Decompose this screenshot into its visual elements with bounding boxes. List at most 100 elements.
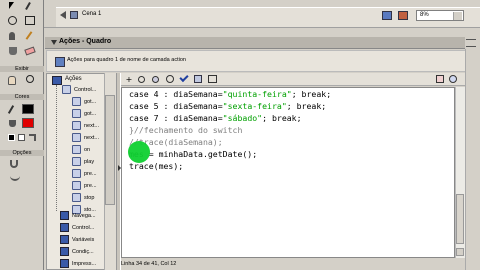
code-token: case 4 : diaSemana= [129,89,223,99]
toolbox-category[interactable]: Variáveis [60,234,104,246]
code-line[interactable]: case 4 : diaSemana="quinta-feira"; break… [129,89,331,100]
code-token: "sexta-feira" [222,101,287,111]
swap-colors-icon[interactable] [29,134,36,141]
target-label: Ações para quadro 1 de nome de camada ac… [67,57,186,63]
panel-title: Ações - Quadro [59,38,112,45]
reference-icon[interactable] [449,75,457,83]
toolbox-item[interactable]: next... [72,121,104,132]
toolbox-item-label: on [84,147,91,153]
code-token: ; break; [291,89,332,99]
toolbox-item[interactable]: pre... [72,169,104,180]
book-icon [60,235,69,245]
options-section-label: Opções [0,150,44,156]
collapse-arrow-icon[interactable] [51,40,57,45]
toolbox-category[interactable]: Control... [60,222,104,234]
replace-icon[interactable] [152,76,159,83]
book-icon [62,85,71,95]
scroll-down-icon[interactable] [456,248,464,256]
code-token: "quinta-feira" [222,89,292,99]
book-icon [60,247,69,257]
target-bar: Ações para quadro 1 de nome de camada ac… [46,50,466,72]
toolbox-header-label: Ações [65,76,82,82]
action-icon [72,109,81,119]
fill-color-swatch[interactable] [22,118,34,128]
toolbox-item-label: pre... [84,171,97,177]
toolbox-item[interactable]: next... [72,133,104,144]
toolbox-item[interactable]: Control... [62,85,104,96]
zoom-value: 8% [420,12,429,18]
oval-tool-icon[interactable] [8,16,17,25]
stroke-color-swatch[interactable] [22,104,34,114]
toolbox-category[interactable]: Impress... [60,258,104,270]
code-token: case 7 : diaSemana= [129,113,223,123]
toolbox-category-label: Navega... [72,213,96,219]
status-bar: Linha 34 de 41, Col 12 [121,259,465,270]
fill-bucket-icon [9,120,16,127]
action-icon [72,193,81,203]
action-icon [72,157,81,167]
arrow-tool-icon[interactable] [9,2,14,9]
toolbox-category-label: Variáveis [72,237,95,243]
view-section-label: Exibir [0,66,44,72]
code-token: ; break; [262,113,302,123]
auto-format-icon[interactable] [194,75,202,83]
zoom-select[interactable]: 8% [416,10,464,21]
code-hint-icon[interactable] [208,75,217,83]
toolbox-item[interactable]: on [72,145,104,156]
toolbox-item-label: play [84,159,95,165]
scene-name[interactable]: Cena 1 [82,11,101,17]
right-strip [465,49,480,270]
find-icon[interactable] [138,76,145,83]
action-icon [72,169,81,179]
toolbox-item-label: stop [84,195,95,201]
panel-header: Ações - Quadro [45,37,465,49]
paint-bucket-icon[interactable] [9,47,17,55]
action-icon [72,181,81,191]
action-icon [72,121,81,131]
edit-symbols-icon[interactable] [398,11,408,20]
toolbox-category[interactable]: Condiç... [60,246,104,258]
code-line[interactable]: case 7 : diaSemana="sábado"; break; [129,113,302,124]
code-line[interactable]: case 5 : diaSemana="sexta-feira"; break; [129,101,326,112]
toolbox-item[interactable]: play [72,157,104,168]
book-icon [60,259,69,269]
scroll-thumb[interactable] [456,194,464,244]
cursor-highlight [128,141,150,163]
status-text: Linha 34 de 41, Col 12 [121,261,177,267]
code-token: }//fechamento do switch [129,125,243,135]
add-action-icon[interactable]: + [124,75,134,84]
toolbox-item-label: got... [84,99,97,105]
rectangle-tool-icon[interactable] [25,16,35,25]
target-path-icon[interactable] [166,75,174,83]
default-colors-icon[interactable] [8,134,15,141]
toolbox-item[interactable]: stop [72,193,104,204]
toolbox-category-label: Control... [72,225,95,231]
toolbox-item[interactable]: got... [72,109,104,120]
back-arrow-icon[interactable] [60,11,66,19]
code-line[interactable]: }//fechamento do switch [129,125,242,136]
toolbox-item[interactable]: pre... [72,181,104,192]
brush-tool-icon[interactable] [9,32,15,40]
chevron-down-icon [453,12,462,20]
action-icon [72,133,81,143]
panel-menu-icon[interactable] [466,39,476,47]
toolbox-category-label: Condiç... [72,249,94,255]
toolbox-item-label: next... [84,135,99,141]
toolbox-item-label: pre... [84,183,97,189]
no-color-icon[interactable] [18,134,25,141]
snap-magnet-icon[interactable] [10,160,18,168]
debug-options-icon[interactable] [436,75,444,83]
tree-line [56,85,57,211]
frame-target-icon [55,57,65,67]
book-icon [60,211,69,221]
toolbox-item-label: got... [84,111,97,117]
edit-scene-icon[interactable] [382,11,392,20]
toolbox-category[interactable]: Navega... [60,210,104,222]
zoom-tool-icon[interactable] [26,75,34,83]
toolbox-item-label: Control... [74,87,97,93]
toolbox-item[interactable]: got... [72,97,104,108]
hand-tool-icon[interactable] [8,76,16,85]
action-icon [72,97,81,107]
toolbox-scroll-thumb[interactable] [105,95,115,205]
code-token: ; break; [286,101,327,111]
